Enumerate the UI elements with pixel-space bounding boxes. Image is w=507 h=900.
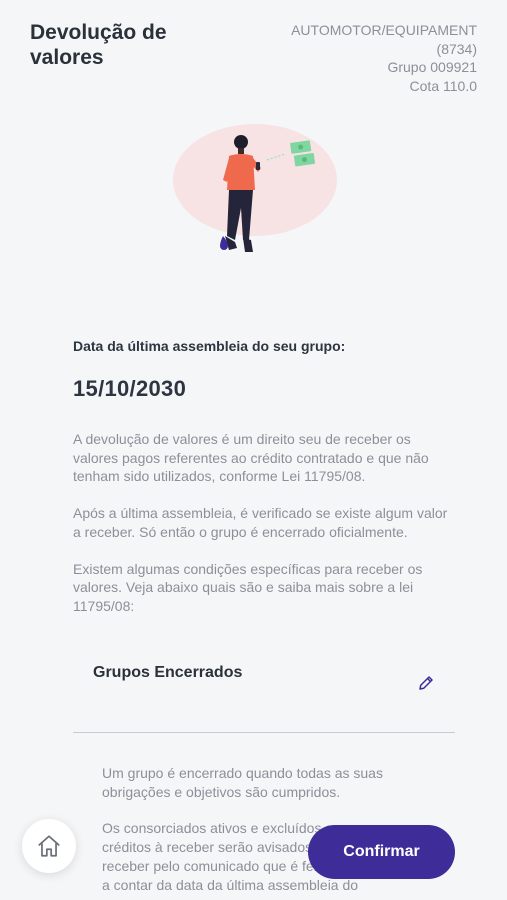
last-assembly-label: Data da última assembleia do seu grupo: <box>73 338 346 354</box>
main-content: Data da última assembleia do seu grupo: … <box>73 336 458 616</box>
info-paragraph-3: Existem algumas condições específicas pa… <box>73 560 423 614</box>
group-info-product: AUTOMOTOR/EQUIPAMENT <box>291 22 477 38</box>
accordion-title: Grupos Encerrados <box>93 664 243 681</box>
screen: Devolução de valores AUTOMOTOR/EQUIPAMEN… <box>0 0 507 900</box>
info-paragraph-2: Após a última assembleia, é verificado s… <box>73 505 448 540</box>
group-info: AUTOMOTOR/EQUIPAMENT (8734) Grupo 009921… <box>291 21 477 95</box>
header: Devolução de valores AUTOMOTOR/EQUIPAMEN… <box>0 0 507 110</box>
group-info-quota: Cota 110.0 <box>409 77 477 94</box>
accordion-grupos-encerrados[interactable]: Grupos Encerrados <box>73 660 455 733</box>
info-paragraph-1: A devolução de valores é um direito seu … <box>73 431 429 485</box>
group-info-code: (8734) <box>436 40 477 57</box>
accordion-paragraph-1: Um grupo é encerrado quando todas as sua… <box>102 765 383 800</box>
last-assembly-date: 15/10/2030 <box>73 376 187 401</box>
pencil-icon[interactable] <box>417 674 435 692</box>
confirm-button[interactable]: Confirmar <box>308 825 455 879</box>
group-info-group: Grupo 009921 <box>387 59 477 75</box>
page-title: Devolução de valores <box>30 21 167 69</box>
refund-illustration <box>173 124 337 252</box>
home-button[interactable] <box>22 819 76 873</box>
home-icon <box>38 835 60 857</box>
